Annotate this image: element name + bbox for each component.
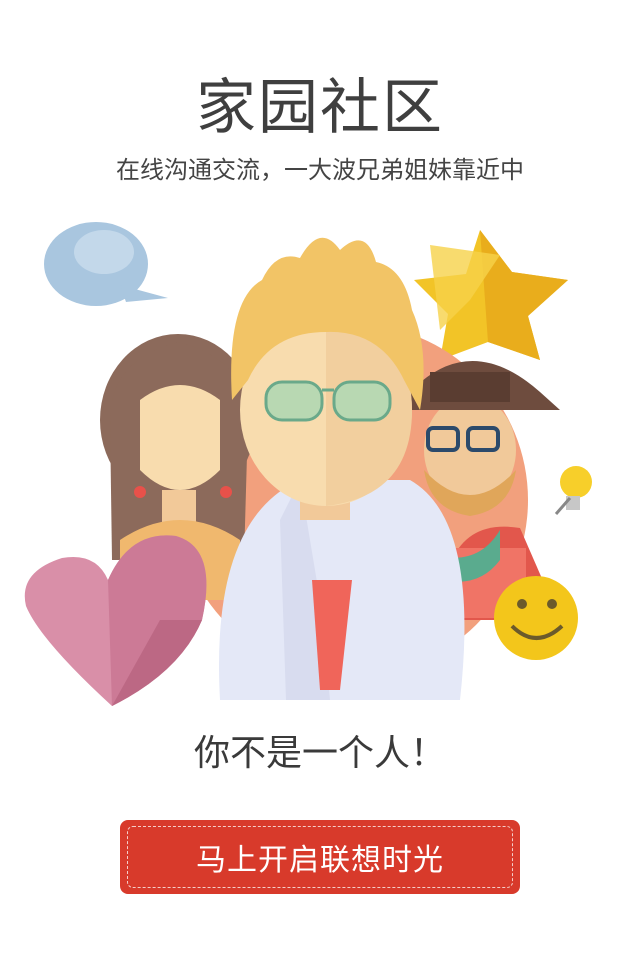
start-button[interactable]: 马上开启联想时光 (120, 820, 520, 894)
heart-icon (24, 535, 207, 706)
tagline: 你不是一个人！ (193, 733, 446, 774)
speech-bubble-icon (44, 222, 168, 306)
star-icon (414, 230, 568, 360)
page-subtitle: 在线沟通交流，一大波兄弟姐妹靠近中 (116, 156, 524, 184)
page-title: 家园社区 (196, 73, 444, 143)
smiley-icon (494, 576, 578, 660)
lightbulb-icon (554, 466, 592, 515)
community-illustration (24, 222, 592, 706)
start-button-label: 马上开启联想时光 (127, 826, 513, 888)
